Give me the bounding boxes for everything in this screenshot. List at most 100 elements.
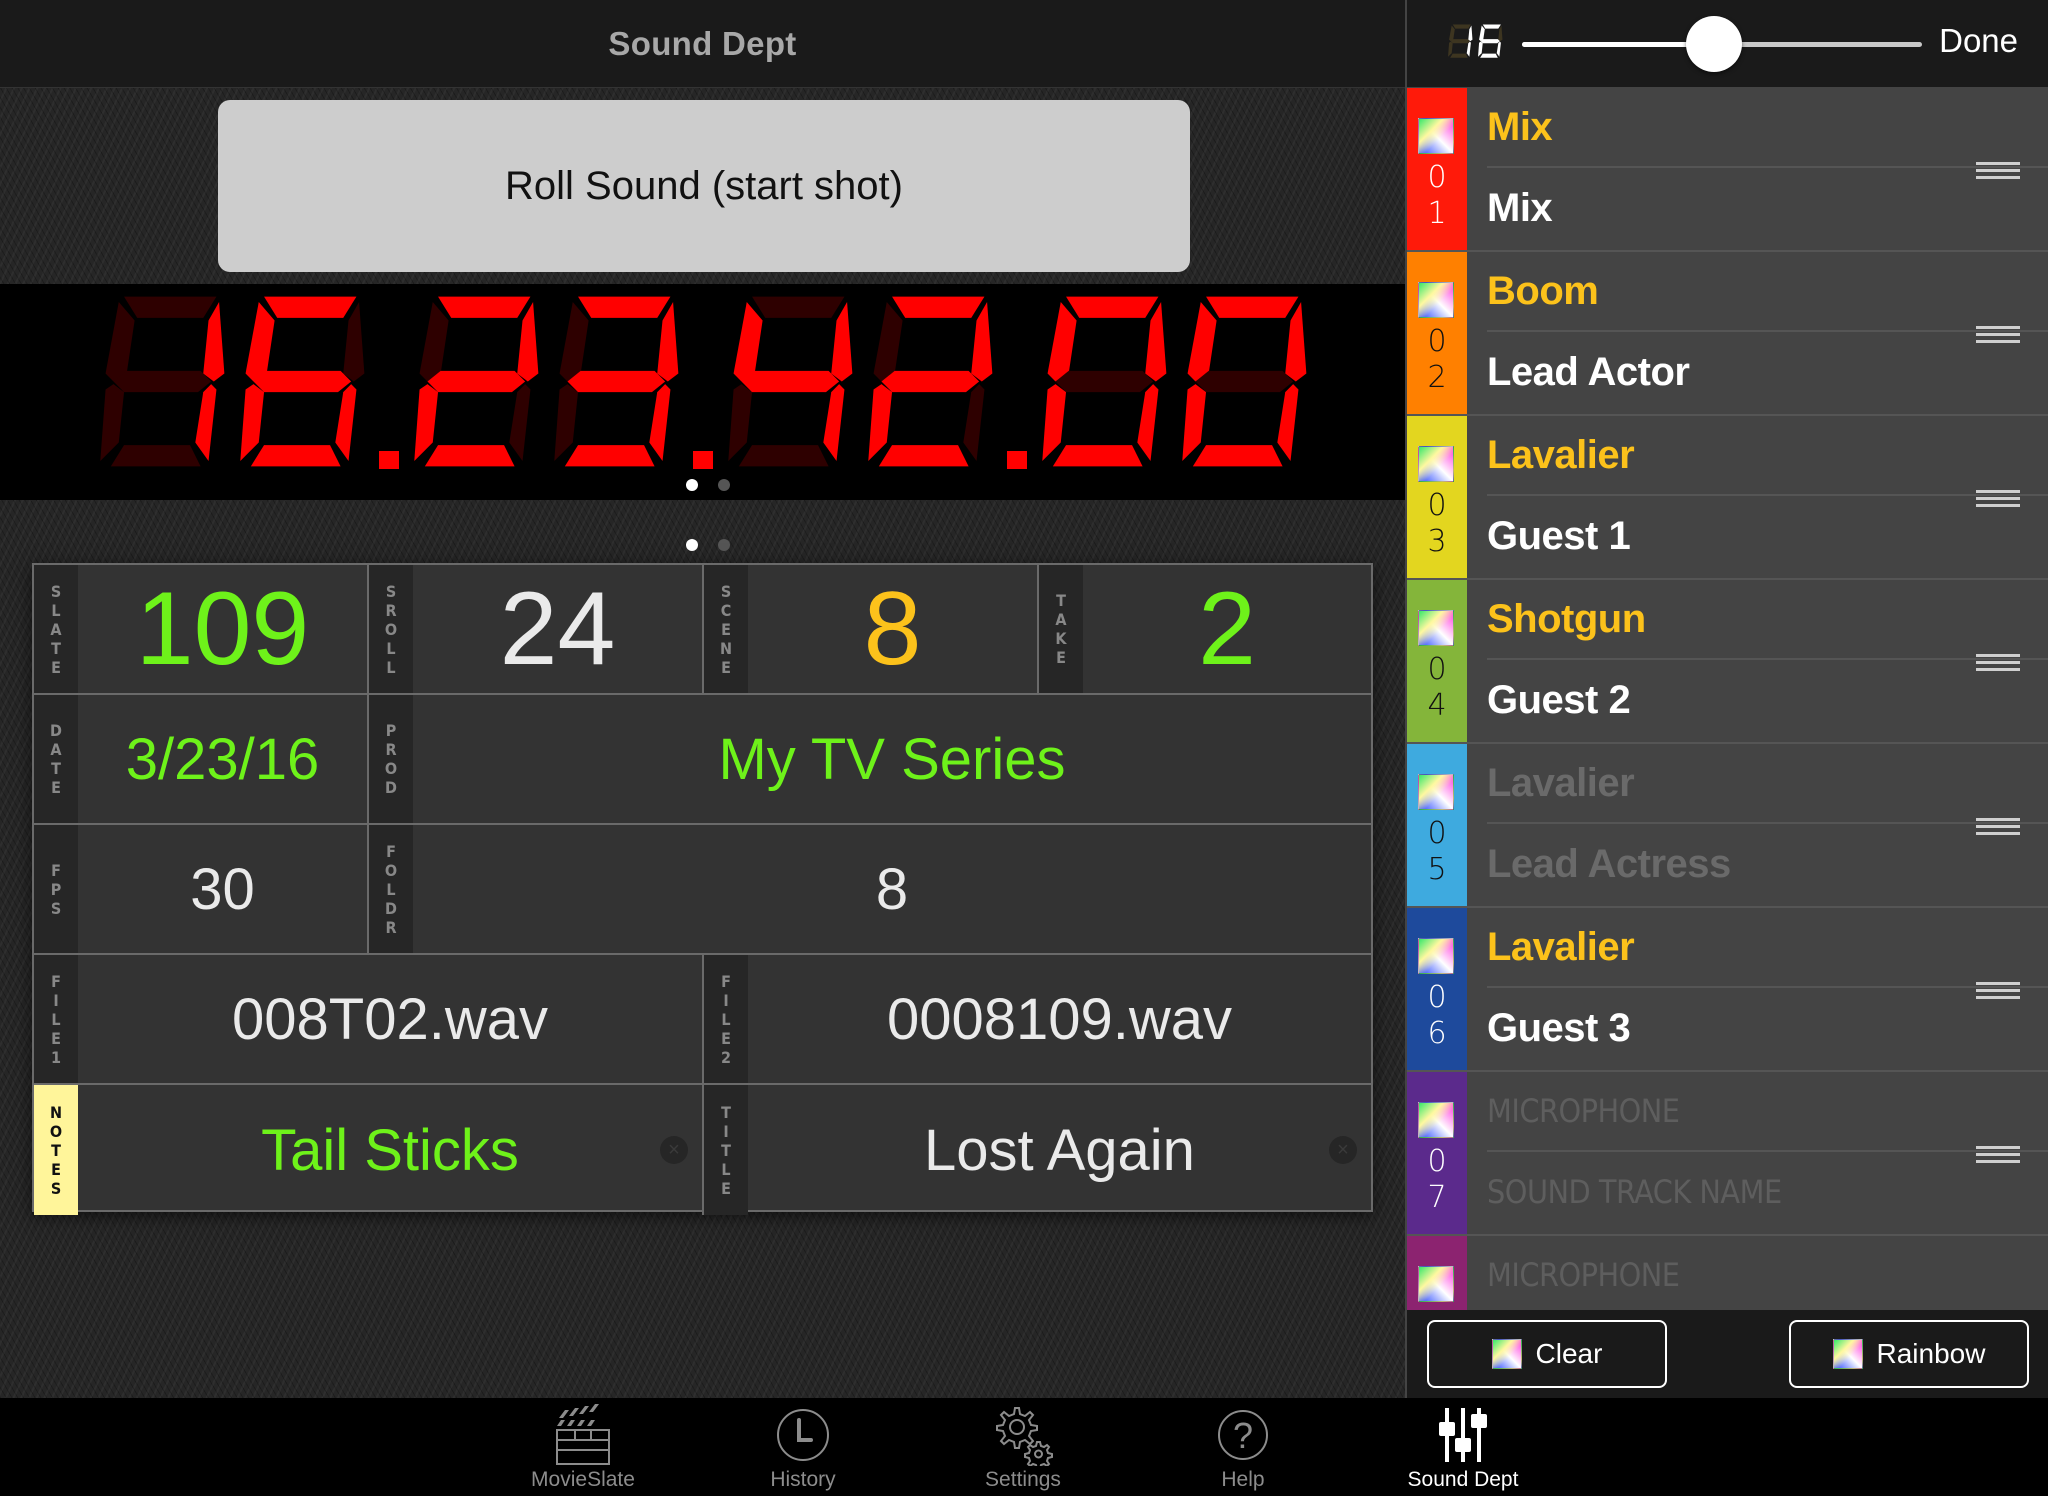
- clear-title-icon[interactable]: ×: [1329, 1136, 1357, 1164]
- color-picker-icon[interactable]: [1418, 610, 1454, 646]
- track-color-strip[interactable]: 05: [1407, 744, 1467, 906]
- track-row[interactable]: 01 Mix Mix: [1407, 88, 2048, 252]
- segment: [1478, 41, 1483, 57]
- slate-grid: SLATE 109 SROLL 24 SCENE 8 TAKE 2 DATE 3…: [32, 563, 1373, 1215]
- microphone-field[interactable]: MICROPHONE: [1487, 1072, 2048, 1152]
- tab-sound-dept[interactable]: Sound Dept: [1383, 1398, 1543, 1496]
- track-row[interactable]: 04 Shotgun Guest 2: [1407, 580, 2048, 744]
- track-color-strip[interactable]: 08: [1407, 1236, 1467, 1310]
- track-name-field[interactable]: Lead Actor: [1487, 332, 2048, 412]
- reorder-handle-icon[interactable]: [1976, 982, 2020, 1000]
- track-color-strip[interactable]: 02: [1407, 252, 1467, 414]
- foldr-cell[interactable]: FOLDR 8: [369, 825, 1371, 953]
- segment: [1479, 25, 1485, 42]
- tab-label: History: [770, 1468, 836, 1491]
- track-color-strip[interactable]: 03: [1407, 416, 1467, 578]
- microphone-field[interactable]: MICROPHONE: [1487, 1236, 2048, 1310]
- grid-row: SLATE 109 SROLL 24 SCENE 8 TAKE 2: [34, 565, 1371, 695]
- color-picker-icon[interactable]: [1418, 1102, 1454, 1138]
- track-name-field[interactable]: Guest 3: [1487, 988, 2048, 1068]
- title-label: TITLE: [704, 1085, 748, 1215]
- track-name-field[interactable]: Guest 1: [1487, 496, 2048, 576]
- tab-history[interactable]: History: [723, 1398, 883, 1496]
- slate-pane: Sound Dept Roll Sound (start shot) SLATE…: [0, 0, 1405, 1398]
- microphone-field[interactable]: Lavalier: [1487, 744, 2048, 824]
- page-dot[interactable]: [686, 479, 698, 491]
- microphone-field[interactable]: Shotgun: [1487, 580, 2048, 660]
- reorder-handle-icon[interactable]: [1976, 654, 2020, 672]
- timecode-page-control[interactable]: [686, 479, 730, 491]
- track-name-field[interactable]: SOUND TRACK NAME: [1487, 1152, 2048, 1232]
- clear-notes-icon[interactable]: ×: [660, 1136, 688, 1164]
- rainbow-colors-button[interactable]: Rainbow: [1789, 1320, 2029, 1388]
- track-list[interactable]: 01 Mix Mix 02 Boom Lead Actor 03 Lavalie…: [1407, 88, 2048, 1310]
- page-dot[interactable]: [718, 539, 730, 551]
- file1-cell[interactable]: FILE1 008T02.wav: [34, 955, 704, 1083]
- page-dot[interactable]: [686, 539, 698, 551]
- reorder-handle-icon[interactable]: [1976, 1146, 2020, 1164]
- microphone-field[interactable]: Mix: [1487, 88, 2048, 168]
- segment: [1192, 445, 1283, 467]
- segment: [1498, 25, 1503, 42]
- segment: [657, 301, 679, 382]
- file2-cell[interactable]: FILE2 0008109.wav: [704, 955, 1371, 1083]
- reorder-handle-icon[interactable]: [1976, 490, 2020, 508]
- track-row[interactable]: 06 Lavalier Guest 3: [1407, 908, 2048, 1072]
- track-row[interactable]: 03 Lavalier Guest 1: [1407, 416, 2048, 580]
- take-cell[interactable]: TAKE 2: [1039, 565, 1371, 693]
- timecode-digit: [549, 294, 681, 469]
- track-row[interactable]: 07 MICROPHONE SOUND TRACK NAME: [1407, 1072, 2048, 1236]
- segment: [509, 384, 531, 462]
- notes-cell[interactable]: NOTES Tail Sticks ×: [34, 1085, 704, 1215]
- color-picker-icon[interactable]: [1418, 774, 1454, 810]
- track-color-strip[interactable]: 01: [1407, 88, 1467, 250]
- microphone-field[interactable]: Lavalier: [1487, 908, 2048, 988]
- slate-cell[interactable]: SLATE 109: [34, 565, 369, 693]
- reorder-handle-icon[interactable]: [1976, 326, 2020, 344]
- segment: [438, 296, 531, 318]
- track-count-slider[interactable]: [1522, 16, 1922, 72]
- reorder-handle-icon[interactable]: [1976, 162, 2020, 180]
- color-picker-icon[interactable]: [1418, 1266, 1454, 1302]
- segment: [1468, 25, 1473, 42]
- track-color-strip[interactable]: 07: [1407, 1072, 1467, 1234]
- track-row[interactable]: 05 Lavalier Lead Actress: [1407, 744, 2048, 908]
- track-row[interactable]: 02 Boom Lead Actor: [1407, 252, 2048, 416]
- tab-settings[interactable]: Settings: [943, 1398, 1103, 1496]
- microphone-field[interactable]: Lavalier: [1487, 416, 2048, 496]
- file1-value: 008T02.wav: [232, 986, 548, 1052]
- roll-sound-button[interactable]: Roll Sound (start shot): [218, 100, 1190, 272]
- sroll-cell[interactable]: SROLL 24: [369, 565, 704, 693]
- tab-help[interactable]: ? Help: [1163, 1398, 1323, 1496]
- slider-thumb[interactable]: [1686, 16, 1742, 72]
- track-name-field[interactable]: Mix: [1487, 168, 2048, 248]
- reorder-handle-icon[interactable]: [1976, 818, 2020, 836]
- page-dot[interactable]: [718, 479, 730, 491]
- title-cell[interactable]: TITLE Lost Again ×: [704, 1085, 1371, 1215]
- date-cell[interactable]: DATE 3/23/16: [34, 695, 369, 823]
- notes-text: Tail Sticks: [261, 1117, 519, 1183]
- track-number: 04: [1427, 652, 1447, 723]
- track-color-strip[interactable]: 04: [1407, 580, 1467, 742]
- track-name-field[interactable]: Lead Actress: [1487, 824, 2048, 904]
- tab-movieslate[interactable]: MovieSlate: [503, 1398, 663, 1496]
- timecode-separator: [1003, 294, 1033, 469]
- microphone-field[interactable]: Boom: [1487, 252, 2048, 332]
- done-button[interactable]: Done: [1939, 22, 2018, 60]
- prod-cell[interactable]: PROD My TV Series: [369, 695, 1371, 823]
- segment: [1448, 41, 1453, 57]
- color-picker-icon[interactable]: [1418, 938, 1454, 974]
- color-picker-icon[interactable]: [1418, 282, 1454, 318]
- track-color-strip[interactable]: 06: [1407, 908, 1467, 1070]
- track-row[interactable]: 08 MICROPHONE SOUND TRACK NAME: [1407, 1236, 2048, 1310]
- fps-cell[interactable]: FPS 30: [34, 825, 369, 953]
- clear-colors-button[interactable]: Clear: [1427, 1320, 1667, 1388]
- scene-cell[interactable]: SCENE 8: [704, 565, 1039, 693]
- track-name-field[interactable]: Guest 2: [1487, 660, 2048, 740]
- color-picker-icon[interactable]: [1418, 118, 1454, 154]
- slate-page-control[interactable]: [686, 539, 730, 551]
- track-number: 06: [1427, 980, 1447, 1051]
- track-number: 03: [1427, 488, 1447, 559]
- color-picker-icon[interactable]: [1418, 446, 1454, 482]
- timecode-display[interactable]: [0, 284, 1405, 500]
